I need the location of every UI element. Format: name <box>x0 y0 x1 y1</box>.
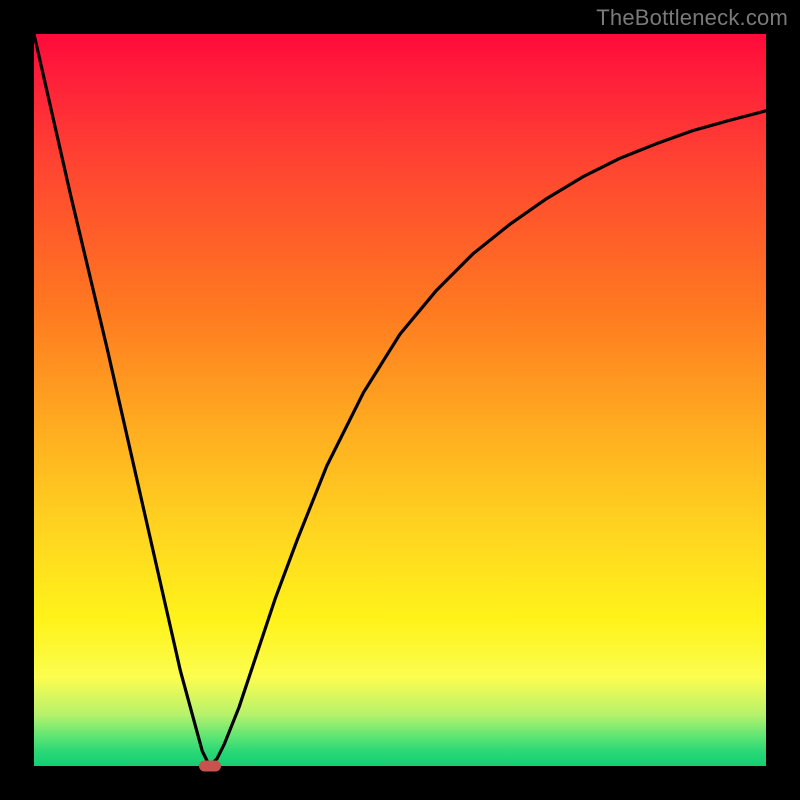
watermark-text: TheBottleneck.com <box>596 5 788 31</box>
chart-frame: TheBottleneck.com <box>0 0 800 800</box>
plot-area <box>34 34 766 766</box>
bottleneck-curve <box>34 34 766 766</box>
optimal-point-marker <box>199 761 221 772</box>
